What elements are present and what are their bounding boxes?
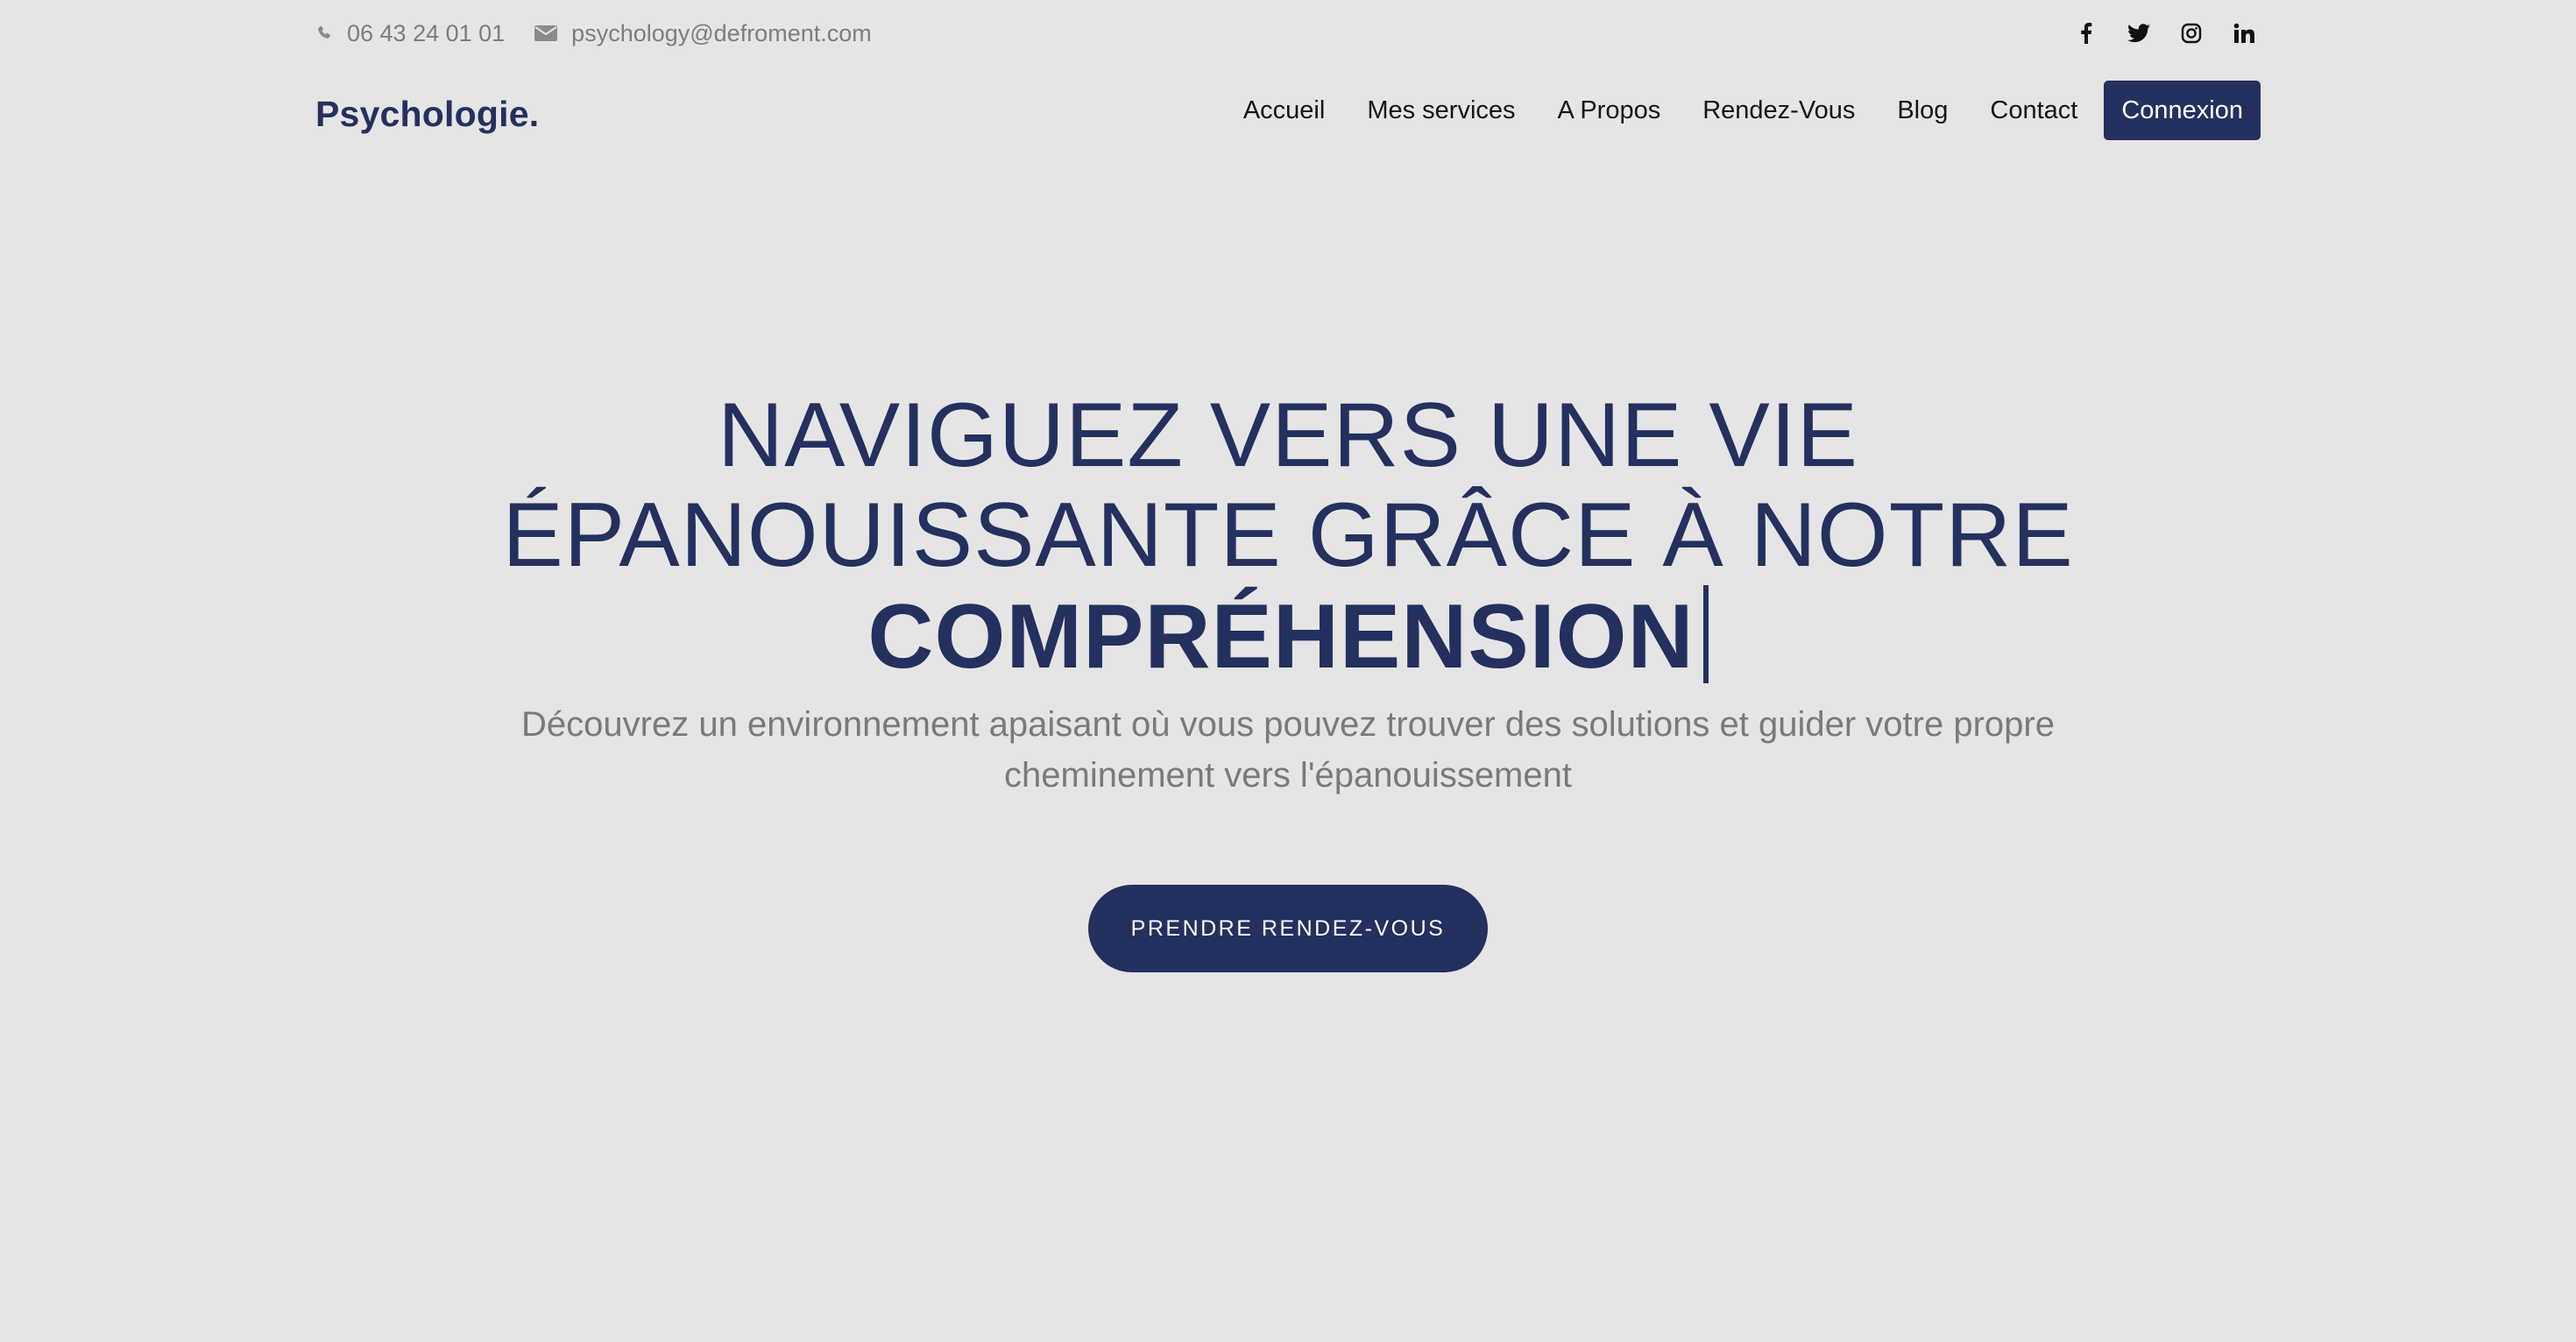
social-links (2075, 22, 2261, 45)
linkedin-icon (2233, 23, 2254, 43)
typing-caret (1702, 585, 1709, 683)
nav-item-contact[interactable]: Contact (1969, 96, 2098, 125)
nav-item-rendez-vous[interactable]: Rendez-Vous (1681, 96, 1876, 125)
phone-number: 06 43 24 01 01 (347, 19, 506, 46)
nav-item-mes-services[interactable]: Mes services (1346, 96, 1536, 125)
twitter-icon (2127, 24, 2150, 43)
instagram-link[interactable] (2180, 22, 2203, 45)
login-button[interactable]: Connexion (2104, 81, 2261, 140)
facebook-link[interactable] (2075, 22, 2098, 45)
instagram-icon (2181, 23, 2202, 44)
nav-item-accueil[interactable]: Accueil (1222, 96, 1347, 125)
hero-subtitle: Découvrez un environnement apaisant où v… (521, 705, 2055, 795)
hero-title-line-1: NAVIGUEZ VERS UNE VIE (717, 385, 1858, 486)
hero-title: NAVIGUEZ VERS UNE VIE ÉPANOUISSANTE GRÂC… (499, 385, 2077, 687)
email-contact[interactable]: psychology@defroment.com (534, 20, 872, 47)
twitter-link[interactable] (2127, 22, 2150, 45)
envelope-icon (534, 25, 558, 42)
main-navbar: Psychologie. Accueil Mes services A Prop… (315, 79, 2261, 142)
facebook-icon (2081, 23, 2092, 44)
hero-title-line-2: ÉPANOUISSANTE GRÂCE À NOTRE (502, 484, 2074, 586)
site-logo[interactable]: Psychologie. (315, 94, 539, 135)
hero-title-highlight: COMPRÉHENSION (867, 586, 1695, 688)
nav-item-a-propos[interactable]: A Propos (1537, 96, 1682, 125)
hero-title-line-3: COMPRÉHENSION (499, 585, 2077, 687)
main-nav: Accueil Mes services A Propos Rendez-Vou… (1222, 81, 2261, 140)
top-contact-bar: 06 43 24 01 01 psychology@defroment.com (315, 16, 2261, 51)
contact-info: 06 43 24 01 01 psychology@defroment.com (315, 20, 872, 47)
hero-section: NAVIGUEZ VERS UNE VIE ÉPANOUISSANTE GRÂC… (0, 385, 2576, 972)
linkedin-link[interactable] (2233, 22, 2255, 45)
book-appointment-button[interactable]: PRENDRE RENDEZ-VOUS (1088, 885, 1488, 972)
phone-contact[interactable]: 06 43 24 01 01 (315, 20, 505, 47)
nav-item-blog[interactable]: Blog (1876, 96, 1969, 125)
email-address: psychology@defroment.com (571, 19, 872, 46)
phone-icon (315, 24, 333, 43)
